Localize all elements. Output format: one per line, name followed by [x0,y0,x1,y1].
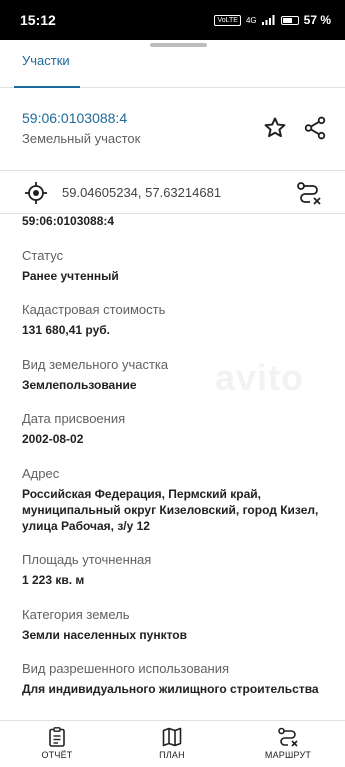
field-value: Ранее учтенный [22,269,119,283]
volte-icon: VoLTE [214,14,241,26]
nav-report[interactable]: ОТЧЁТ [27,727,87,760]
field-label: Площадь уточненная [22,552,152,567]
field-label: Кадастровая стоимость [22,302,166,317]
field-value: 131 680,41 руб. [22,323,110,337]
nav-label: ОТЧЁТ [41,750,73,760]
nav-label: МАРШРУТ [264,750,312,760]
nav-plan[interactable]: ПЛАН [142,727,202,760]
tab-bar: Участки [0,48,345,88]
object-type: Земельный участок [22,131,141,146]
watermark: avito [215,357,305,398]
parcel-header: 59:06:0103088:4 Земельный участок [0,96,345,160]
battery-icon [280,15,299,25]
tab-active-indicator [14,86,80,88]
field-label: Категория земель [22,607,130,622]
status-bar: 15:12 VoLTE 4G 57 % [0,0,345,40]
field-value: Земли населенных пунктов [22,628,188,642]
bottom-nav: ОТЧЁТ ПЛАН МАРШРУТ [0,720,345,767]
status-time: 15:12 [20,12,56,28]
coordinates-text[interactable]: 59.04605234, 57.63214681 [62,185,221,200]
report-icon [49,727,65,747]
coordinates-bar: 59.04605234, 57.63214681 [0,170,345,214]
field-label: Статус [22,248,64,263]
field-value: 1 223 кв. м [22,573,85,587]
nav-label: ПЛАН [159,750,185,760]
route-icon [278,727,298,747]
field-label: Вид разрешенного использования [22,661,230,676]
locate-icon[interactable] [24,181,48,205]
signal-icon [261,15,275,25]
star-icon[interactable] [262,115,288,141]
field-value: 2002-08-02 [22,432,84,446]
cadastral-number-partial: 59:06:0103088:4 [22,214,115,228]
share-icon[interactable] [302,115,328,141]
field-label: Адрес [22,466,60,481]
network-label: 4G [245,15,257,25]
cadastral-number: 59:06:0103088:4 [22,110,128,126]
status-icons: VoLTE 4G 57 % [214,13,331,27]
details-panel: 59:06:0103088:4 Статус Ранее учтенный Ка… [0,214,345,720]
battery-percent: 57 % [303,13,331,27]
field-label: Дата присвоения [22,411,126,426]
field-value: Российская Федерация, Пермский край, мун… [22,487,319,533]
sheet-drag-handle[interactable] [150,43,207,47]
field-value: Для индивидуального жилищного строительс… [22,682,319,696]
field-label: Вид земельного участка [22,357,169,372]
nav-route[interactable]: МАРШРУТ [258,727,318,760]
tab-parcels[interactable]: Участки [22,53,70,68]
route-icon[interactable] [296,181,322,205]
map-icon [162,727,182,747]
